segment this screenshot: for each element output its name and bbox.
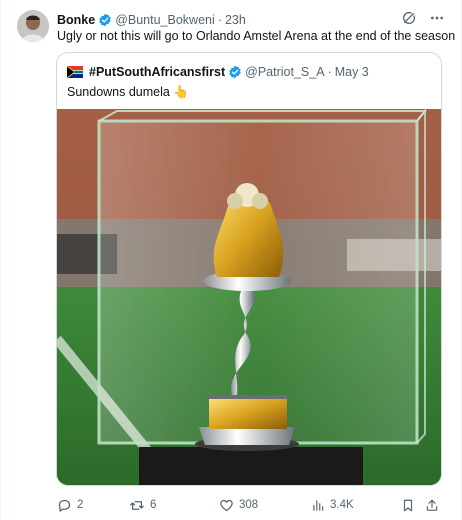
retweet-icon	[129, 498, 145, 513]
reply-icon	[57, 498, 72, 513]
quoted-author-name[interactable]: #PutSouthAfricansfirst	[89, 65, 225, 79]
avatar[interactable]	[17, 10, 49, 42]
like-button[interactable]: 308	[219, 498, 311, 513]
separator-dot: ·	[217, 13, 222, 27]
views-count: 3.4K	[330, 499, 354, 511]
author-handle[interactable]: @Buntu_Bokweni	[115, 13, 215, 27]
like-count: 308	[239, 499, 259, 511]
grok-icon[interactable]	[401, 10, 417, 26]
quoted-tweet[interactable]: #PutSouthAfricansfirst @Patriot_S_A · Ma…	[56, 52, 442, 486]
share-button[interactable]	[425, 498, 439, 513]
quoted-header: #PutSouthAfricansfirst @Patriot_S_A · Ma…	[67, 63, 369, 81]
views-icon	[311, 498, 325, 513]
author-name[interactable]: Bonke	[57, 13, 95, 27]
share-icon	[425, 498, 439, 513]
trophy-photo[interactable]	[57, 109, 441, 485]
verified-badge-icon	[98, 13, 112, 27]
tweet[interactable]: Bonke @Buntu_Bokweni · 23h Ugly or not t…	[0, 0, 462, 520]
more-icon[interactable]	[429, 10, 445, 26]
quoted-date[interactable]: May 3	[335, 65, 369, 79]
reply-count: 2	[77, 499, 84, 511]
separator-dot: ·	[327, 65, 332, 79]
views-button[interactable]: 3.4K	[311, 498, 401, 513]
south-africa-flag-icon	[67, 66, 83, 78]
header-actions	[401, 10, 445, 26]
tweet-header: Bonke @Buntu_Bokweni · 23h	[57, 10, 445, 30]
like-icon	[219, 498, 234, 513]
retweet-button[interactable]: 6	[129, 498, 219, 513]
bookmark-icon	[401, 498, 415, 513]
quoted-text: Sundowns dumela 👆	[67, 85, 189, 99]
bookmark-button[interactable]	[401, 498, 425, 513]
retweet-count: 6	[150, 499, 157, 511]
action-bar: 2 6 308 3.4K	[57, 496, 445, 514]
tweet-text: Ugly or not this will go to Orlando Amst…	[57, 29, 462, 43]
reply-button[interactable]: 2	[57, 498, 129, 513]
quoted-author-handle[interactable]: @Patriot_S_A	[245, 65, 324, 79]
verified-badge-icon	[228, 65, 242, 79]
timestamp[interactable]: 23h	[225, 13, 246, 27]
